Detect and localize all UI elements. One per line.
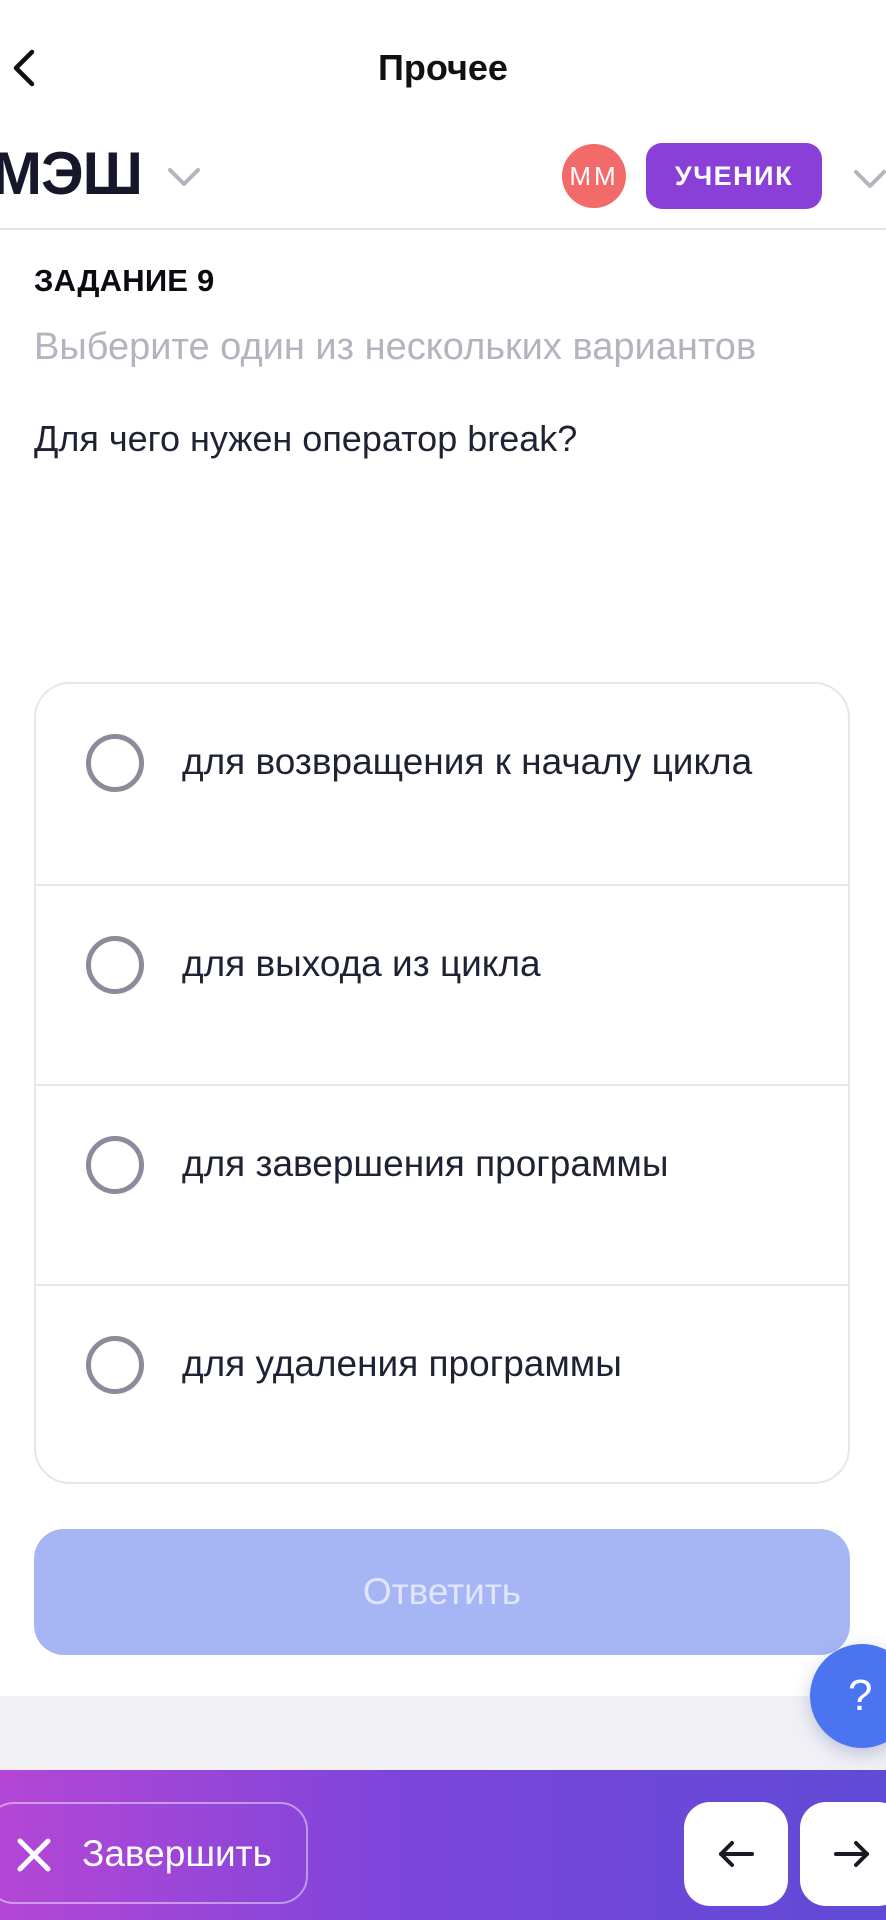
page-title: Прочее [378,47,508,88]
radio-button[interactable] [86,734,144,792]
answer-option[interactable]: для удаления программы [36,1284,848,1482]
next-task-button[interactable] [800,1802,886,1906]
radio-button[interactable] [86,1136,144,1194]
option-label: для удаления программы [182,1343,622,1384]
chevron-down-icon[interactable] [166,162,202,192]
avatar[interactable]: ММ [562,144,626,208]
question-text: Для чего нужен оператор break? [34,418,578,459]
bottom-bar: Завершить [0,1770,886,1920]
radio-button[interactable] [86,936,144,994]
close-icon [17,1838,51,1872]
option-label: для выхода из цикла [182,943,541,984]
answer-option[interactable]: для завершения программы [36,1084,848,1284]
arrow-left-icon [719,1841,754,1867]
role-chevron-down-icon[interactable] [852,164,886,194]
task-hint: Выберите один из нескольких вариантов [34,326,757,368]
finish-label: Завершить [82,1833,272,1874]
finish-button[interactable]: Завершить [0,1802,308,1904]
answer-button[interactable]: Ответить [34,1529,850,1655]
option-label: для возвращения к началу цикла [182,741,753,782]
role-badge[interactable]: УЧЕНИК [646,143,822,209]
header-divider [0,228,886,230]
option-label: для завершения программы [182,1143,669,1184]
answer-option[interactable]: для возвращения к началу цикла [36,684,848,884]
options-card: для возвращения к началу цикла для выход… [34,682,850,1484]
app-logo[interactable]: МЭШ [0,144,143,204]
radio-button[interactable] [86,1336,144,1394]
previous-task-button[interactable] [684,1802,788,1906]
arrow-right-icon [834,1841,869,1867]
task-number: ЗАДАНИЕ 9 [34,263,215,298]
answer-option[interactable]: для выхода из цикла [36,884,848,1084]
